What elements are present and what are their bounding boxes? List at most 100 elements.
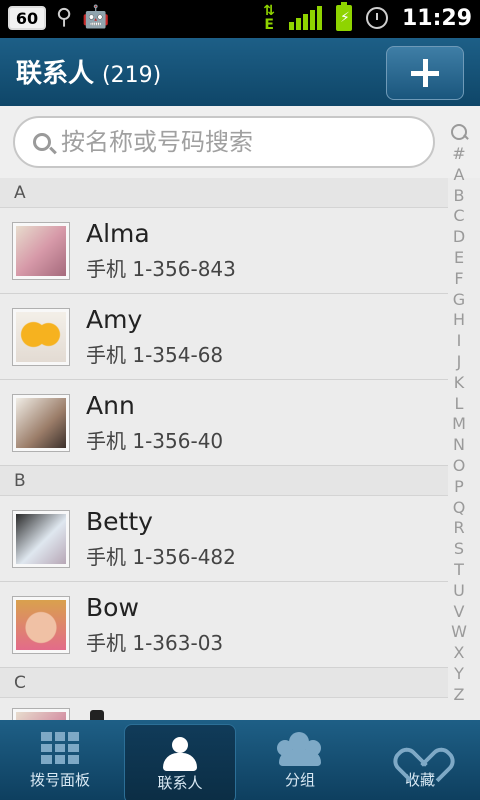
index-n[interactable]: N (448, 435, 470, 456)
tab-dialpad[interactable]: 拨号面板 (0, 720, 120, 800)
index-v[interactable]: V (448, 602, 470, 623)
index-i[interactable]: I (448, 331, 470, 352)
contact-row-alma[interactable]: Alma 手机 1-356-843 (0, 208, 448, 294)
title-bar: 联系人 (219) (0, 38, 480, 106)
network-type-icon: ⇅ E (263, 3, 275, 33)
phone-type-label: 手机 (86, 429, 126, 453)
phone-type-label: 手机 (86, 343, 126, 367)
avatar[interactable] (12, 307, 70, 366)
phone-type-label: 手机 (86, 257, 126, 281)
tab-groups[interactable]: 分组 (240, 720, 360, 800)
heart-icon (402, 732, 438, 766)
tab-label: 联系人 (157, 774, 203, 792)
contact-name: Betty (86, 507, 153, 536)
section-header-b: B (0, 466, 448, 496)
network-label: E (264, 17, 274, 33)
contact-name: Bow (86, 593, 139, 622)
index-u[interactable]: U (448, 581, 470, 602)
tab-favorites[interactable]: 收藏 (360, 720, 480, 800)
status-bar: 60 ⚲ 🤖 ⇅ E ⚡ 11:29 (0, 0, 480, 38)
contact-name: Ann (86, 391, 135, 420)
dialpad-icon (41, 732, 79, 764)
index-t[interactable]: T (448, 560, 470, 581)
index-j[interactable]: J (448, 352, 470, 373)
contact-phone: 手机 1-356-482 (86, 541, 236, 570)
contact-list[interactable]: A Alma 手机 1-356-843 Amy 手机 1-354-68 Ann … (0, 178, 448, 720)
clock: 11:29 (401, 5, 472, 31)
contact-phone: 手机 1-363-03 (86, 627, 223, 656)
status-right: ⇅ E ⚡ 11:29 (263, 2, 472, 33)
section-header-a: A (0, 178, 448, 208)
index-a[interactable]: A (448, 165, 470, 186)
add-contact-button[interactable] (386, 46, 464, 100)
search-icon[interactable] (451, 124, 467, 140)
tab-contacts[interactable]: 联系人 (124, 724, 236, 800)
phone-type-label: 手机 (86, 631, 126, 655)
index-b[interactable]: B (448, 186, 470, 207)
index-z[interactable]: Z (448, 685, 470, 706)
person-icon (163, 737, 197, 773)
index-r[interactable]: R (448, 518, 470, 539)
contact-phone: 手机 1-356-40 (86, 425, 223, 454)
phone-number: 1-356-843 (132, 257, 236, 281)
index-m[interactable]: M (448, 414, 470, 435)
contact-row-partial[interactable] (0, 698, 448, 720)
contacts-screen: 60 ⚲ 🤖 ⇅E ⚡ 11:29 联系人 (219) A (0, 0, 480, 800)
contact-name: Alma (86, 219, 150, 248)
index-hash[interactable]: # (448, 144, 470, 165)
alarm-icon (365, 7, 388, 29)
phone-number: 1-354-68 (132, 343, 224, 367)
index-x[interactable]: X (448, 643, 470, 664)
index-w[interactable]: W (448, 622, 470, 643)
phone-type-label: 手机 (86, 545, 126, 569)
index-h[interactable]: H (448, 310, 470, 331)
index-l[interactable]: L (448, 394, 470, 415)
partial-name-text (90, 710, 104, 720)
avatar[interactable] (12, 393, 70, 452)
search-input[interactable] (61, 128, 381, 156)
phone-number: 1-363-03 (132, 631, 224, 655)
group-icon (277, 732, 323, 768)
phone-number: 1-356-40 (132, 429, 224, 453)
contact-row-bow[interactable]: Bow 手机 1-363-03 (0, 582, 448, 668)
search-bar (0, 106, 480, 178)
index-s[interactable]: S (448, 539, 470, 560)
index-g[interactable]: G (448, 290, 470, 311)
index-k[interactable]: K (448, 373, 470, 394)
tab-label: 拨号面板 (29, 771, 90, 789)
signal-icon (288, 6, 322, 30)
index-y[interactable]: Y (448, 664, 470, 685)
search-field-container[interactable] (13, 116, 435, 168)
index-c[interactable]: C (448, 206, 470, 227)
page-title: 联系人 (219) (16, 53, 161, 90)
index-f[interactable]: F (448, 269, 470, 290)
search-icon (33, 133, 51, 151)
avatar[interactable] (12, 708, 70, 720)
index-p[interactable]: P (448, 477, 470, 498)
bottom-tab-bar: 拨号面板 联系人 分组 收藏 (0, 720, 480, 800)
tab-label: 分组 (284, 771, 315, 789)
index-o[interactable]: O (448, 456, 470, 477)
contact-phone: 手机 1-356-843 (86, 253, 236, 282)
android-debug-icon: 🤖 (82, 5, 110, 30)
alphabet-index[interactable]: # A B C D E F G H I J K L M N O P Q R S … (448, 124, 470, 714)
avatar[interactable] (12, 509, 70, 568)
contact-row-betty[interactable]: Betty 手机 1-356-482 (0, 496, 448, 582)
battery-icon: ⚡ (335, 2, 352, 31)
usb-icon: ⚲ (56, 5, 73, 30)
plus-icon (411, 59, 439, 87)
index-q[interactable]: Q (448, 498, 470, 519)
index-e[interactable]: E (448, 248, 470, 269)
page-title-text: 联系人 (16, 59, 95, 89)
contact-count: (219) (102, 63, 162, 88)
avatar[interactable] (12, 221, 70, 280)
avatar[interactable] (12, 595, 70, 654)
contact-phone: 手机 1-354-68 (86, 339, 223, 368)
phone-number: 1-356-482 (132, 545, 236, 569)
contact-row-amy[interactable]: Amy 手机 1-354-68 (0, 294, 448, 380)
index-d[interactable]: D (448, 227, 470, 248)
notification-badge: 60 (8, 6, 46, 30)
status-left: 60 ⚲ 🤖 (8, 6, 110, 30)
contact-name: Amy (86, 305, 143, 334)
contact-row-ann[interactable]: Ann 手机 1-356-40 (0, 380, 448, 466)
